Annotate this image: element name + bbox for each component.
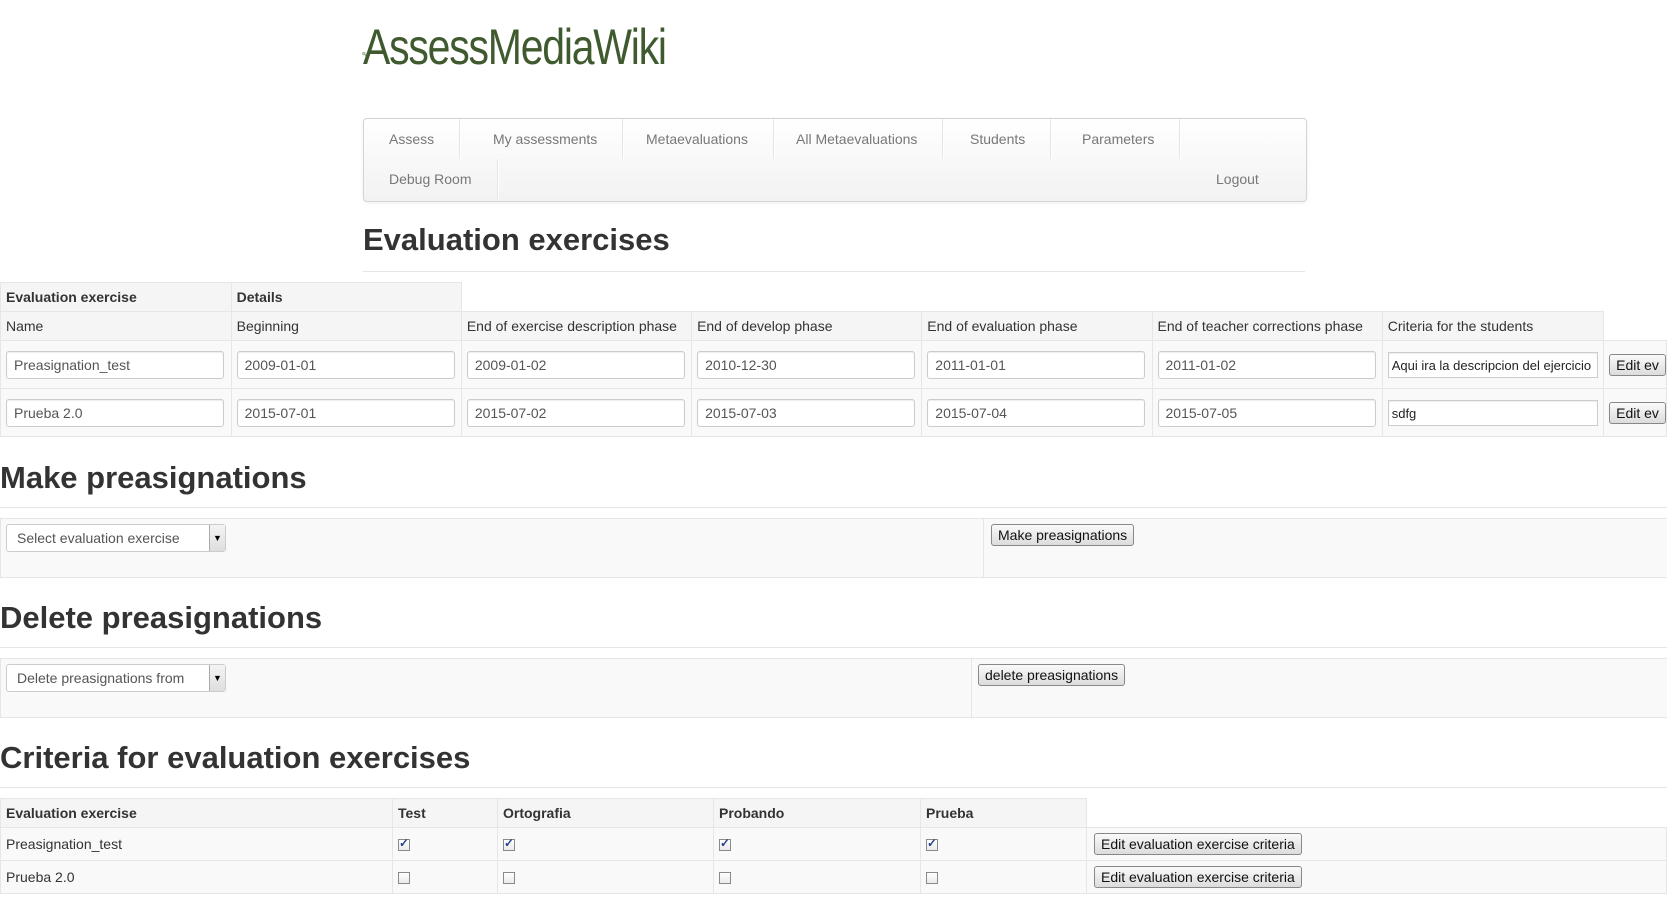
column-header: Ortografia xyxy=(497,798,714,828)
exercise-name: Prueba 2.0 xyxy=(0,860,393,894)
group-header-exercise: Evaluation exercise xyxy=(0,282,232,312)
develop-end-input[interactable]: 2010-12-30 xyxy=(697,350,916,379)
logo-text: AssessMediaWiki xyxy=(362,19,667,75)
criteria-heading: Criteria for evaluation exercises xyxy=(0,740,471,775)
nav-logout[interactable]: Logout xyxy=(1191,159,1284,199)
logo[interactable]: AssessMediaWiki xyxy=(362,10,732,98)
divider xyxy=(363,271,1305,272)
chevron-down-icon: ▼ xyxy=(209,525,225,551)
criterion-checkbox[interactable] xyxy=(719,836,731,852)
nav-metaevaluations[interactable]: Metaevaluations xyxy=(621,119,774,159)
criteria-table: Evaluation exercise Test Ortografia Prob… xyxy=(0,798,1667,894)
column-header: Beginning xyxy=(230,311,462,341)
group-header-details: Details xyxy=(230,282,462,312)
eval-end-input[interactable]: 2015-07-04 xyxy=(927,398,1146,427)
make-preasignations-button[interactable]: Make preasignations xyxy=(991,524,1135,546)
nav-all-metaevaluations[interactable]: All Metaevaluations xyxy=(771,119,944,159)
name-input[interactable]: Preasignation_test xyxy=(6,350,224,379)
divider xyxy=(0,787,1667,788)
nav-assess[interactable]: Assess xyxy=(364,119,461,159)
column-header: End of develop phase xyxy=(691,311,923,341)
column-header: End of exercise description phase xyxy=(460,311,693,341)
teacher-end-input[interactable]: 2011-01-02 xyxy=(1157,350,1376,379)
divider xyxy=(0,507,1667,508)
criteria-input[interactable]: Aqui ira la descripcion del ejercicio xyxy=(1387,351,1598,378)
desc-end-input[interactable]: 2009-01-02 xyxy=(466,350,685,379)
criterion-checkbox[interactable] xyxy=(926,872,938,885)
criterion-checkbox[interactable] xyxy=(503,872,515,885)
nav-parameters[interactable]: Parameters xyxy=(1057,119,1181,159)
delete-preasignations-button[interactable]: delete preasignations xyxy=(978,664,1126,686)
exercise-name: Preasignation_test xyxy=(0,827,393,861)
select-value: Select evaluation exercise xyxy=(17,530,180,546)
name-input[interactable]: Prueba 2.0 xyxy=(6,398,224,427)
eval-end-input[interactable]: 2011-01-01 xyxy=(927,350,1146,379)
criteria-input[interactable]: sdfg xyxy=(1387,399,1598,426)
nav-my-assessments[interactable]: My assessments xyxy=(468,119,624,159)
column-header: Probando xyxy=(713,798,921,828)
delete-preasignations-heading: Delete preasignations xyxy=(0,600,323,635)
page-title: Evaluation exercises xyxy=(363,222,670,257)
table-row: Preasignation_test Edit evaluation exerc… xyxy=(0,827,1667,861)
table-row: Preasignation_test 2009-01-01 2009-01-02… xyxy=(0,340,1667,389)
desc-end-input[interactable]: 2015-07-02 xyxy=(466,398,685,427)
column-header: Name xyxy=(0,311,232,341)
divider xyxy=(0,647,1667,648)
teacher-end-input[interactable]: 2015-07-05 xyxy=(1157,398,1376,427)
criterion-checkbox[interactable] xyxy=(503,836,515,852)
edit-criteria-button[interactable]: Edit evaluation exercise criteria xyxy=(1094,866,1302,888)
column-header: Evaluation exercise xyxy=(0,798,393,828)
column-header: Criteria for the students xyxy=(1381,311,1605,341)
beginning-input[interactable]: 2015-07-01 xyxy=(236,398,455,427)
nav-students[interactable]: Students xyxy=(945,119,1052,159)
delete-from-select[interactable]: Delete preasignations from ▼ xyxy=(6,664,226,692)
criterion-checkbox[interactable] xyxy=(398,836,410,852)
edit-exercise-button[interactable]: Edit ev xyxy=(1609,353,1666,376)
column-header: End of evaluation phase xyxy=(921,311,1153,341)
criterion-checkbox[interactable] xyxy=(719,872,731,885)
column-header: End of teacher corrections phase xyxy=(1151,311,1383,341)
select-value: Delete preasignations from xyxy=(17,670,185,686)
chevron-down-icon: ▼ xyxy=(209,665,225,691)
table-row: Prueba 2.0 Edit evaluation exercise crit… xyxy=(0,860,1667,894)
column-header: Test xyxy=(392,798,498,828)
nav-debug-room[interactable]: Debug Room xyxy=(364,159,498,199)
make-preasignations-heading: Make preasignations xyxy=(0,460,307,495)
main-navbar: Assess My assessments Metaevaluations Al… xyxy=(363,118,1307,202)
edit-criteria-button[interactable]: Edit evaluation exercise criteria xyxy=(1094,833,1302,855)
exercises-table: Evaluation exercise Details Name Beginni… xyxy=(0,282,1667,437)
column-header: Prueba xyxy=(920,798,1087,828)
table-row: Prueba 2.0 2015-07-01 2015-07-02 2015-07… xyxy=(0,388,1667,437)
criterion-checkbox[interactable] xyxy=(926,836,938,852)
criterion-checkbox[interactable] xyxy=(398,872,410,885)
develop-end-input[interactable]: 2015-07-03 xyxy=(697,398,916,427)
edit-exercise-button[interactable]: Edit ev xyxy=(1609,401,1666,424)
beginning-input[interactable]: 2009-01-01 xyxy=(236,350,455,379)
exercise-select[interactable]: Select evaluation exercise ▼ xyxy=(6,524,226,552)
